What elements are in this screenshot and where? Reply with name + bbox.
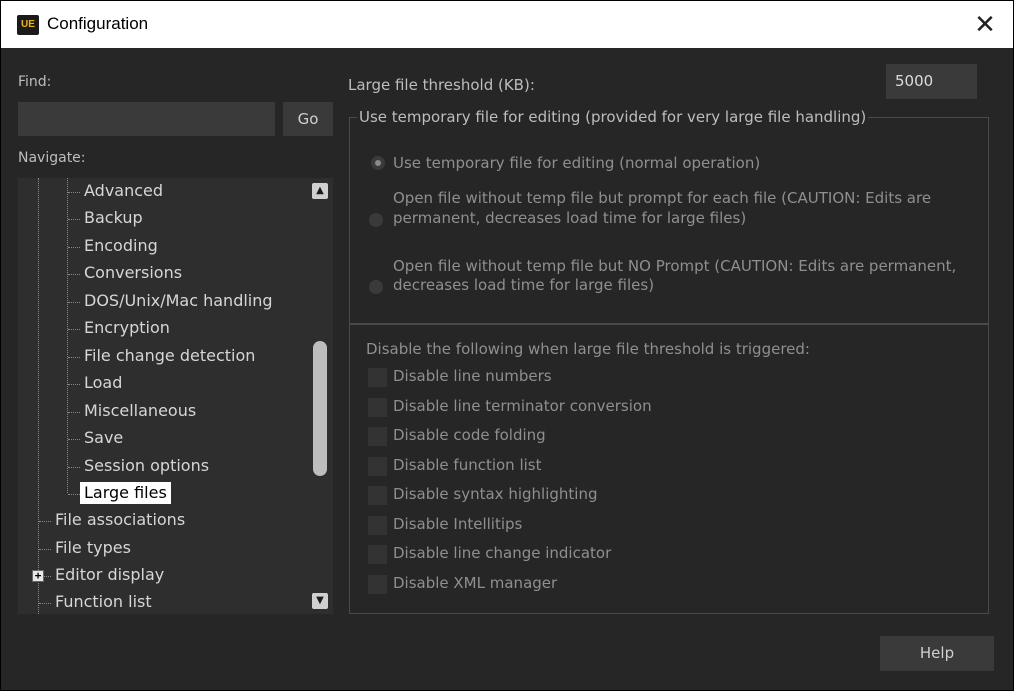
tree-connector — [68, 439, 80, 440]
radio-prompt-each-file-label-line2: permanent, decreases load time for large… — [393, 208, 746, 228]
tree-connector — [68, 302, 80, 303]
checkbox-disable-xml-manager[interactable] — [368, 575, 387, 594]
tree-connector — [68, 247, 80, 248]
tree-item-save[interactable]: Save — [84, 427, 123, 449]
radio-no-prompt[interactable] — [369, 280, 383, 294]
disable-options-label: Disable the following when large file th… — [366, 339, 810, 359]
tree-item-dos-unix-mac[interactable]: DOS/Unix/Mac handling — [84, 290, 273, 312]
tree-item-editor-display[interactable]: Editor display — [55, 564, 164, 586]
checkbox-disable-xml-manager-label: Disable XML manager — [393, 574, 557, 592]
checkbox-disable-line-terminator-label: Disable line terminator conversion — [393, 397, 652, 415]
tree-item-session-options[interactable]: Session options — [84, 455, 209, 477]
scroll-thumb[interactable] — [313, 341, 327, 476]
tree-connector — [68, 329, 80, 330]
tree-connector — [68, 494, 80, 495]
checkbox-disable-function-list[interactable] — [368, 457, 387, 476]
checkbox-disable-line-numbers-label: Disable line numbers — [393, 367, 552, 385]
tree-item-large-files[interactable]: Large files — [80, 482, 171, 504]
tree-scrollbar[interactable]: ▲ ▼ — [311, 178, 331, 614]
tree-item-conversions[interactable]: Conversions — [84, 262, 182, 284]
checkbox-disable-line-terminator[interactable] — [368, 398, 387, 417]
radio-prompt-each-file-label-line1: Open file without temp file but prompt f… — [393, 188, 931, 208]
radio-use-temp-file-label: Use temporary file for editing (normal o… — [393, 153, 760, 173]
threshold-label: Large file threshold (KB): — [348, 76, 535, 94]
checkbox-disable-function-list-label: Disable function list — [393, 456, 541, 474]
tree-item-encoding[interactable]: Encoding — [84, 235, 158, 257]
radio-no-prompt-label-line2: decreases load time for large files) — [393, 275, 654, 295]
navigate-label: Navigate: — [18, 150, 86, 166]
tree-connector — [39, 549, 51, 550]
tree-item-file-change-detection[interactable]: File change detection — [84, 345, 255, 367]
checkbox-disable-code-folding-label: Disable code folding — [393, 426, 546, 444]
title-bar: UE Configuration ✕ — [1, 1, 1013, 48]
scroll-up-arrow-icon[interactable]: ▲ — [312, 183, 328, 199]
ultraedit-logo-icon: UE — [17, 15, 39, 35]
temp-file-group-title: Use temporary file for editing (provided… — [357, 108, 868, 126]
checkbox-disable-syntax-highlighting-label: Disable syntax highlighting — [393, 485, 597, 503]
checkbox-disable-line-change-indicator-label: Disable line change indicator — [393, 544, 611, 562]
tree-item-advanced[interactable]: Advanced — [84, 180, 163, 202]
tree-connector — [67, 178, 68, 493]
tree-item-encryption[interactable]: Encryption — [84, 317, 170, 339]
tree-item-file-associations[interactable]: File associations — [55, 509, 185, 531]
checkbox-disable-code-folding[interactable] — [368, 427, 387, 446]
find-label: Find: — [18, 74, 51, 90]
tree-connector — [68, 412, 80, 413]
navigation-tree[interactable]: Advanced Backup Encoding Conversions DOS… — [18, 178, 333, 614]
checkbox-disable-line-numbers[interactable] — [368, 368, 387, 387]
checkbox-disable-line-change-indicator[interactable] — [368, 545, 387, 564]
close-icon[interactable]: ✕ — [965, 9, 1005, 41]
checkbox-disable-syntax-highlighting[interactable] — [368, 486, 387, 505]
go-button[interactable]: Go — [283, 102, 333, 136]
radio-no-prompt-label-line1: Open file without temp file but NO Promp… — [393, 256, 956, 276]
tree-item-function-list[interactable]: Function list — [55, 591, 152, 613]
checkbox-disable-intellitips[interactable] — [368, 516, 387, 535]
tree-item-file-types[interactable]: File types — [55, 537, 131, 559]
tree-item-backup[interactable]: Backup — [84, 207, 143, 229]
tree-item-miscellaneous[interactable]: Miscellaneous — [84, 400, 196, 422]
tree-connector — [39, 521, 51, 522]
find-input[interactable] — [18, 102, 275, 136]
checkbox-disable-intellitips-label: Disable Intellitips — [393, 515, 522, 533]
tree-connector — [68, 384, 80, 385]
radio-prompt-each-file[interactable] — [369, 213, 383, 227]
scroll-down-arrow-icon[interactable]: ▼ — [312, 593, 328, 609]
tree-connector — [39, 603, 51, 604]
threshold-input[interactable]: 5000 — [886, 64, 977, 99]
tree-connector — [68, 467, 80, 468]
help-button[interactable]: Help — [880, 636, 994, 671]
radio-use-temp-file[interactable] — [371, 156, 385, 170]
tree-connector — [68, 274, 80, 275]
tree-connector — [68, 192, 80, 193]
expand-plus-icon[interactable]: + — [32, 570, 44, 582]
tree-item-load[interactable]: Load — [84, 372, 122, 394]
tree-connector — [68, 219, 80, 220]
tree-connector — [68, 357, 80, 358]
window-title: Configuration — [47, 14, 148, 34]
configuration-dialog: UE Configuration ✕ Find: Go Navigate: Ad… — [0, 0, 1014, 691]
